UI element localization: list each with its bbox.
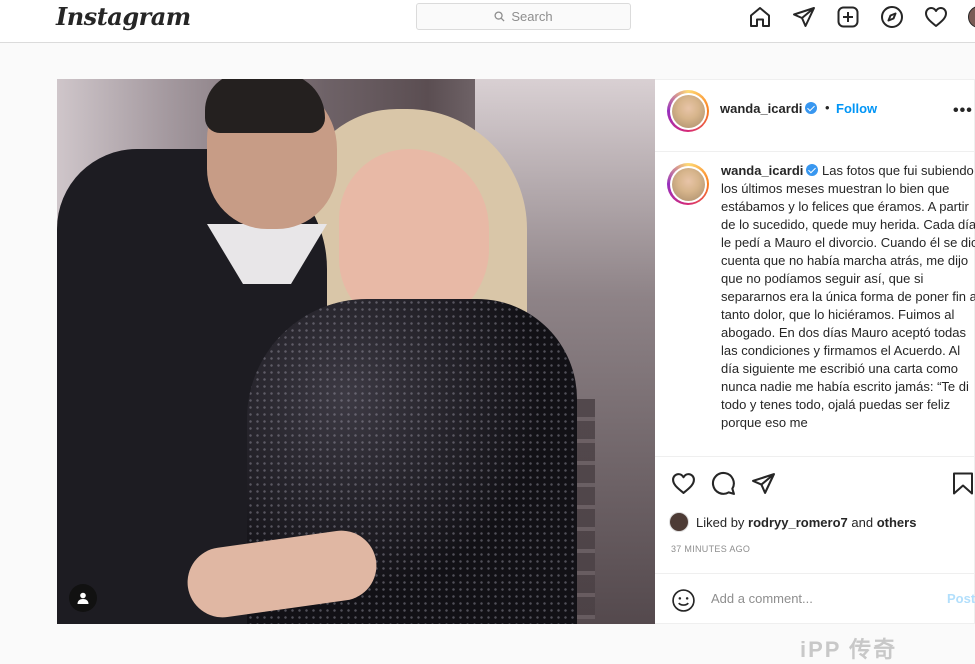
likes-others-link[interactable]: others [877, 515, 917, 530]
comment-bar: Add a comment... Post [655, 573, 975, 625]
comment-button[interactable] [711, 471, 736, 501]
top-navbar: Instagram Search [0, 0, 975, 43]
save-button[interactable] [952, 471, 974, 501]
new-post-icon[interactable] [834, 5, 862, 29]
like-button[interactable] [671, 471, 696, 501]
caption-text: wanda_icardi Las fotos que fui subiendo … [721, 162, 975, 432]
caption-author-avatar-photo [671, 167, 705, 201]
emoji-icon [672, 589, 695, 612]
liker-username[interactable]: rodryy_romero7 [748, 515, 848, 530]
user-tag-button[interactable] [69, 584, 97, 612]
bookmark-icon [953, 472, 973, 495]
caption-body: Las fotos que fui subiendo los últimos m… [721, 163, 975, 430]
caption-verified-badge-icon [806, 164, 819, 176]
post-photo[interactable] [57, 79, 655, 624]
heart-icon [672, 473, 695, 494]
emoji-button[interactable] [671, 588, 696, 618]
post-side-panel: wanda_icardi • Follow ••• wanda_icardi L… [655, 79, 975, 624]
search-input[interactable]: Search [416, 3, 631, 30]
post-timestamp[interactable]: 37 MINUTES AGO [671, 544, 750, 554]
likes-and: and [851, 514, 874, 530]
search-icon [494, 11, 505, 22]
author-username[interactable]: wanda_icardi [720, 101, 818, 116]
verified-badge-icon [805, 102, 818, 114]
direct-icon[interactable] [790, 5, 818, 29]
follow-button[interactable]: Follow [836, 101, 877, 116]
post-comment-button[interactable]: Post [947, 591, 975, 606]
share-button[interactable] [751, 471, 776, 501]
post-header: wanda_icardi • Follow ••• [655, 80, 975, 152]
more-options-button[interactable]: ••• [953, 102, 973, 120]
profile-avatar[interactable] [968, 6, 975, 28]
home-icon[interactable] [746, 5, 774, 29]
user-icon [77, 592, 89, 604]
caption-username[interactable]: wanda_icardi [721, 163, 803, 178]
liker-avatar[interactable] [669, 512, 689, 532]
comment-icon [711, 471, 735, 495]
caption-author-avatar[interactable] [667, 163, 709, 205]
instagram-logo[interactable]: Instagram [56, 2, 191, 31]
search-placeholder: Search [511, 9, 553, 24]
photo-man-hair [205, 79, 325, 133]
author-avatar[interactable] [667, 90, 709, 132]
comment-input[interactable]: Add a comment... [711, 591, 813, 606]
likes-summary: Liked by rodryy_romero7 and others [669, 512, 916, 532]
author-avatar-photo [671, 94, 705, 128]
watermark: iPP 传奇 [800, 637, 898, 662]
likes-prefix: Liked by [696, 514, 745, 530]
author-username-text: wanda_icardi [720, 101, 803, 116]
share-icon [752, 473, 775, 494]
explore-icon[interactable] [878, 5, 906, 29]
separator-dot: • [825, 100, 830, 115]
post-actions [655, 456, 975, 508]
activity-heart-icon[interactable] [922, 5, 950, 29]
caption-area: wanda_icardi Las fotos que fui subiendo … [655, 153, 975, 455]
